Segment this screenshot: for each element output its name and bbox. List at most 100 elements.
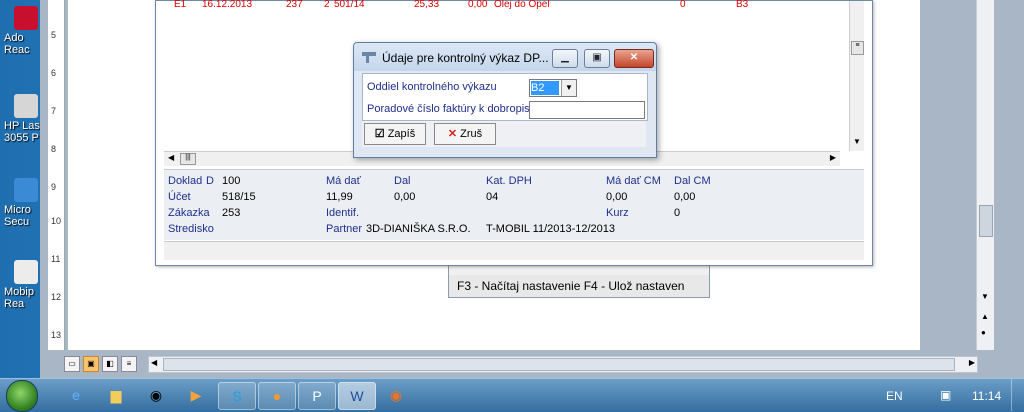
ruler-mark: 13	[51, 330, 62, 340]
internet-explorer-icon[interactable]: e	[58, 382, 94, 408]
desktop-icon-adobe-reader[interactable]: Ado Reac	[4, 6, 42, 56]
print-layout-view-icon[interactable]: ▭	[64, 356, 80, 372]
zakazka-label: Zákazka	[168, 207, 210, 219]
view-buttons: ▭ ▣ ◧ ≡	[64, 356, 144, 372]
ruler-mark: 11	[51, 254, 61, 264]
adobe-reader-icon	[14, 6, 38, 30]
printer-icon	[14, 94, 38, 118]
ruler-mark: 7	[51, 106, 57, 116]
media-player-icon[interactable]: ▶	[178, 382, 214, 408]
ma-dat-cm-label: Má dať CM	[606, 175, 661, 187]
select-browse-object-icon[interactable]: ●	[981, 328, 986, 337]
save-button-label: Zapíš	[387, 128, 416, 140]
poradove-cislo-input[interactable]	[529, 101, 645, 119]
desktop-icon-label: Ado Reac	[4, 32, 30, 56]
web-layout-view-icon[interactable]: ◧	[102, 356, 118, 372]
ucet-label: Účet	[168, 191, 191, 203]
desktop-icon-label: Mobip Rea	[4, 286, 34, 310]
scroll-right-arrow-icon[interactable]: ▶	[969, 358, 975, 367]
close-button[interactable]: ✕	[614, 49, 654, 68]
dal-label: Dal	[394, 175, 411, 187]
kontrolny-vykaz-dialog: Údaje pre kontrolný výkaz DP... ▁ ▣ ✕ Od…	[353, 42, 657, 158]
cell: B3	[736, 0, 749, 10]
ucet-value: 518/15	[222, 191, 256, 203]
dialog-buttons: ☑ Zapíš ✕ Zruš	[362, 121, 646, 147]
cell: 16.12.2013	[202, 0, 253, 10]
scroll-thumb[interactable]: |||	[180, 153, 196, 165]
cell: 237	[286, 0, 303, 10]
desktop-icon-mobipocket-reader[interactable]: Mobip Rea	[4, 260, 42, 310]
cancel-x-icon: ✕	[447, 128, 458, 140]
firefox-icon[interactable]: ◉	[378, 382, 414, 408]
ruler-mark: 8	[51, 144, 57, 154]
poradove-cislo-label: Poradové číslo faktúry k dobropisu	[367, 103, 536, 115]
taskbar: e ▆ ◉ ▶ S ● P W ◉ EN ▣ 11:14	[0, 378, 1024, 412]
window-bottom-bar	[164, 241, 864, 260]
minimize-button[interactable]: ▁	[552, 49, 578, 68]
language-indicator[interactable]: EN	[886, 389, 903, 403]
cell: 501/14	[334, 0, 365, 10]
network-icon[interactable]: ▣	[940, 388, 951, 402]
scroll-left-arrow-icon[interactable]: ◀	[168, 153, 174, 162]
document-vertical-scrollbar[interactable]: ▼ ▲ ●	[976, 0, 994, 350]
outline-view-icon[interactable]: ≡	[121, 356, 137, 372]
start-button[interactable]	[6, 380, 38, 412]
word-icon[interactable]: W	[338, 382, 376, 410]
cell: 0,00	[468, 0, 488, 10]
desktop-icon-label: HP Las 3055 P	[4, 120, 40, 144]
scroll-down-arrow-icon[interactable]: ▼	[981, 292, 989, 301]
cell: 0	[680, 0, 686, 10]
scroll-thumb[interactable]	[979, 205, 993, 237]
ruler-mark: 12	[51, 292, 62, 302]
accounting-app-icon[interactable]: P	[298, 382, 336, 410]
grid-vertical-scrollbar[interactable]: ≡ ▼	[849, 1, 864, 151]
chrome-icon[interactable]: ◉	[138, 382, 174, 408]
doklad-label: Doklad	[168, 175, 203, 187]
scroll-thumb[interactable]: ≡	[851, 41, 864, 55]
previous-page-icon[interactable]: ▲	[981, 312, 989, 321]
zakazka-value: 253	[222, 207, 241, 219]
ma-dat-label: Má dať	[326, 175, 361, 187]
note-value: T-MOBIL 11/2013-12/2013	[486, 223, 616, 235]
minimize-icon: ▁	[561, 52, 569, 63]
dal-value: 0,00	[394, 191, 416, 203]
scroll-down-arrow-icon[interactable]: ▼	[853, 137, 861, 146]
vertical-ruler: 5 6 7 8 9 10 11 12 13	[48, 0, 65, 350]
clock[interactable]: 11:14	[972, 389, 1001, 403]
doklad-type: D	[206, 175, 214, 187]
table-row[interactable]: E1 16.12.2013 237 2 501/14 25,33 0,00 Ol…	[164, 0, 854, 11]
kurz-label: Kurz	[606, 207, 629, 219]
ruler-mark: 10	[51, 216, 62, 226]
oddiel-selected-value: B2	[531, 81, 559, 95]
desktop-icon-hp-laserjet[interactable]: HP Las 3055 P	[4, 94, 42, 144]
close-icon: ✕	[629, 52, 639, 63]
chevron-down-icon[interactable]: ▼	[561, 80, 576, 96]
ruler-mark: 9	[51, 182, 57, 192]
shortcut-keys-text: F3 - Načítaj nastavenie F4 - Ulož nastav…	[457, 279, 685, 293]
identif-label: Identif.	[326, 207, 360, 219]
document-horizontal-scrollbar[interactable]: ◀ ▶	[148, 356, 978, 373]
security-icon	[14, 178, 38, 202]
cell: E1	[174, 0, 187, 10]
oddiel-select[interactable]: B2 ▼	[529, 79, 577, 97]
cell: 2	[324, 0, 330, 10]
record-details-panel: Doklad D 100 Účet 518/15 Zákazka 253 Str…	[164, 169, 864, 240]
skype-icon[interactable]: S	[218, 382, 256, 410]
full-screen-view-icon[interactable]: ▣	[83, 356, 99, 372]
cancel-button[interactable]: ✕ Zruš	[434, 123, 496, 145]
kat-dph-label: Kat. DPH	[486, 175, 532, 187]
dialog-titlebar[interactable]: Údaje pre kontrolný výkaz DP... ▁ ▣ ✕	[354, 43, 656, 71]
file-explorer-icon[interactable]: ▆	[98, 382, 134, 408]
save-button[interactable]: ☑ Zapíš	[364, 123, 426, 145]
show-desktop-button[interactable]	[1011, 379, 1024, 411]
scroll-thumb[interactable]	[163, 358, 955, 371]
app-window-icon	[362, 52, 376, 63]
maximize-button[interactable]: ▣	[584, 49, 610, 68]
app-orange-icon[interactable]: ●	[258, 382, 296, 410]
cell: Olej do Opel	[494, 0, 550, 10]
scroll-left-arrow-icon[interactable]: ◀	[151, 358, 157, 367]
desktop-icon-microsoft-security[interactable]: Micro Secu	[4, 178, 42, 228]
kat-dph-value: 04	[486, 191, 499, 203]
scroll-right-arrow-icon[interactable]: ▶	[830, 153, 836, 162]
cancel-button-label: Zruš	[460, 128, 483, 140]
